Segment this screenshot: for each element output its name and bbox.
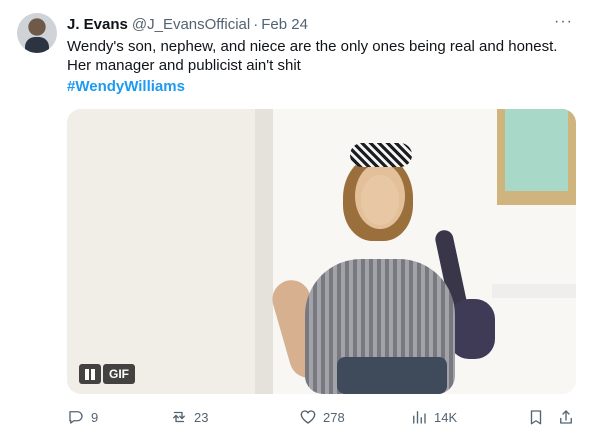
profile-avatar[interactable]: [17, 13, 57, 53]
hashtag-link[interactable]: #WendyWilliams: [67, 78, 185, 95]
gif-badge: GIF: [103, 364, 135, 384]
media-bag: [449, 299, 495, 359]
retweet-button[interactable]: 23: [170, 408, 208, 426]
reply-count: 9: [91, 409, 99, 425]
media-background-wall: [67, 109, 277, 394]
author-handle[interactable]: @J_EvansOfficial: [132, 16, 250, 33]
reply-button[interactable]: 9: [67, 408, 98, 426]
view-count: 14K: [434, 409, 458, 425]
tweet-media-gif[interactable]: GIF: [67, 109, 576, 394]
bookmark-icon: [530, 410, 542, 425]
more-icon[interactable]: ···: [554, 13, 573, 31]
reply-icon: [69, 411, 83, 424]
tweet-text-line: Wendy's son, nephew, and niece are the o…: [67, 38, 558, 55]
like-button[interactable]: 278: [299, 408, 345, 426]
share-button[interactable]: [557, 408, 575, 426]
retweet-count: 23: [194, 409, 209, 425]
media-shelf: [492, 284, 576, 298]
media-picture-frame: [497, 109, 576, 205]
more-label: ···: [554, 13, 573, 30]
analytics-icon: [413, 411, 426, 424]
like-count: 278: [323, 409, 345, 425]
heart-icon: [300, 410, 316, 424]
tweet-text: Wendy's son, nephew, and niece are the o…: [67, 37, 577, 75]
pause-icon[interactable]: [79, 364, 101, 384]
media-person-scarf: [350, 143, 412, 167]
tweet-card[interactable]: J. Evans @J_EvansOfficial · Feb 24 ··· W…: [0, 0, 595, 439]
views-button[interactable]: 14K: [410, 408, 457, 426]
share-icon: [560, 410, 572, 424]
media-door: [255, 109, 273, 394]
retweet-icon: [173, 411, 185, 423]
media-picture: [505, 109, 568, 191]
media-person-shorts: [337, 357, 447, 394]
tweet-text-line: Her manager and publicist ain't shit: [67, 57, 301, 74]
tweet-date[interactable]: Feb 24: [261, 16, 308, 33]
tweet-actions: 9 23 278 14K: [67, 405, 580, 429]
author-name[interactable]: J. Evans: [67, 16, 128, 33]
bookmark-button[interactable]: [527, 408, 545, 426]
header-separator: ·: [253, 15, 259, 33]
media-person-face: [361, 175, 399, 225]
media-badge: GIF: [79, 364, 135, 384]
tweet-header: J. Evans @J_EvansOfficial · Feb 24: [67, 14, 308, 34]
